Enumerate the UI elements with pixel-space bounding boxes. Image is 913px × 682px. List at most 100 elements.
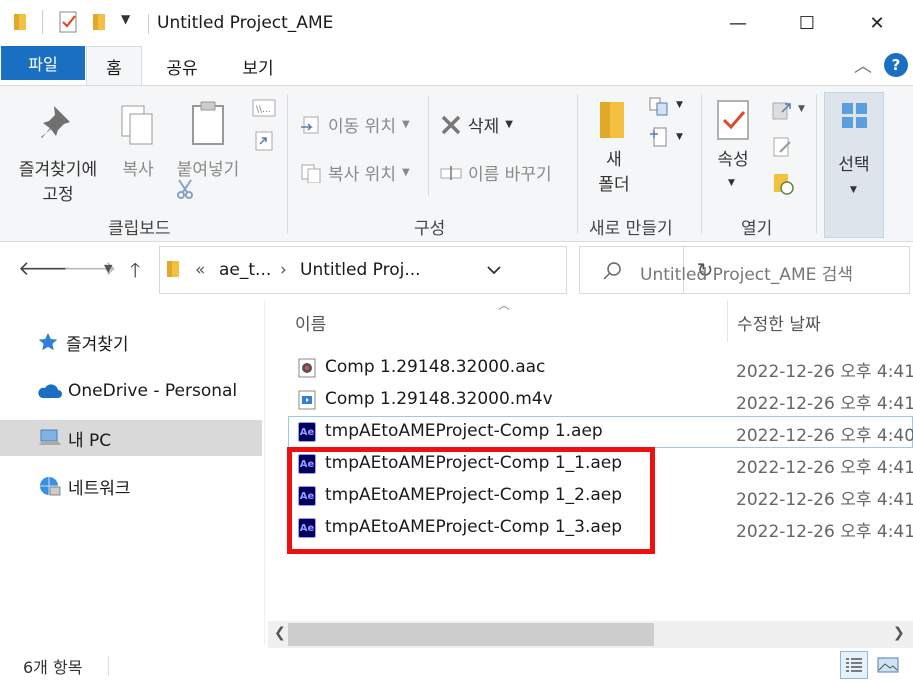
pin-quick-access-button[interactable]: 즐겨찾기에 고정 bbox=[8, 98, 108, 205]
sidebar-item-label: OneDrive - Personal bbox=[68, 381, 238, 401]
select-grid-icon bbox=[842, 103, 867, 128]
rename-label: 이름 바꾸기 bbox=[468, 165, 552, 185]
edit-icon[interactable] bbox=[772, 136, 794, 158]
close-button[interactable]: ✕ bbox=[854, 0, 900, 46]
qa-dropdown-icon[interactable]: ▼ bbox=[121, 12, 130, 26]
large-icons-view-button[interactable] bbox=[874, 651, 902, 679]
search-placeholder: Untitled Project_AME 검색 bbox=[640, 265, 854, 285]
maximize-button[interactable]: ☐ bbox=[784, 0, 830, 46]
overflow-chevron[interactable]: « bbox=[195, 260, 205, 280]
delete-x-icon bbox=[441, 115, 461, 134]
pin-label-1: 즐겨찾기에 bbox=[18, 160, 98, 180]
computer-icon bbox=[39, 429, 61, 445]
copy-to-icon bbox=[301, 164, 321, 183]
group-separator bbox=[577, 94, 578, 234]
help-icon[interactable]: ? bbox=[884, 53, 908, 77]
sidebar-item-onedrive[interactable]: OneDrive - Personal bbox=[0, 373, 262, 409]
recent-locations-icon[interactable]: ▼ bbox=[104, 262, 112, 275]
tab-view[interactable]: 보기 bbox=[228, 46, 288, 86]
minimize-button[interactable]: — bbox=[715, 0, 761, 46]
up-arrow-icon[interactable]: 🡑 bbox=[130, 256, 140, 290]
pin-icon bbox=[41, 106, 70, 138]
group-separator bbox=[287, 94, 288, 234]
after-effects-icon: Ae bbox=[298, 422, 316, 442]
cut-icon[interactable] bbox=[175, 178, 195, 200]
chevron-down-icon[interactable]: ▼ bbox=[676, 100, 683, 110]
rename-button[interactable]: 이름 바꾸기 bbox=[440, 160, 552, 185]
easy-access-icon[interactable] bbox=[648, 126, 672, 150]
breadcrumb-separator-icon[interactable]: › bbox=[280, 260, 287, 280]
organize-group-label: 구성 bbox=[414, 219, 446, 239]
breadcrumb-item[interactable]: Untitled Proj... bbox=[300, 260, 421, 280]
properties-button[interactable]: 속성 ▼ bbox=[709, 96, 757, 206]
video-file-icon bbox=[298, 390, 316, 410]
search-input[interactable]: Untitled Project_AME 검색 bbox=[579, 246, 910, 294]
file-date: 2022-12-26 오후 4:41 bbox=[736, 490, 913, 510]
details-view-button[interactable] bbox=[840, 651, 868, 679]
file-date: 2022-12-26 오후 4:41 bbox=[736, 394, 913, 414]
address-bar[interactable]: « ae_t... › Untitled Proj... ↻ bbox=[159, 246, 713, 294]
cloud-icon bbox=[38, 384, 62, 398]
file-row[interactable]: Comp 1.29148.32000.aac 2022-12-26 오후 4:4… bbox=[288, 352, 913, 384]
column-header-name[interactable]: 이름 bbox=[295, 310, 326, 335]
copy-icon bbox=[121, 105, 153, 145]
paste-button[interactable]: 붙여넣기 bbox=[168, 98, 248, 180]
new-folder-qa-icon[interactable] bbox=[92, 12, 108, 32]
new-item-icon[interactable] bbox=[648, 96, 672, 118]
breadcrumb-item[interactable]: ae_t... bbox=[219, 260, 271, 280]
new-group-label: 새로 만들기 bbox=[589, 219, 673, 239]
highlight-annotation bbox=[287, 447, 655, 554]
history-icon[interactable] bbox=[772, 172, 796, 196]
delete-button[interactable]: 삭제 ▼ bbox=[440, 112, 513, 137]
scrollbar-thumb[interactable] bbox=[288, 623, 654, 646]
tab-file[interactable]: 파일 bbox=[1, 46, 85, 80]
column-header-date[interactable]: 수정한 날짜 bbox=[737, 310, 821, 335]
file-name: tmpAEtoAMEProject-Comp 1.aep bbox=[325, 421, 603, 441]
properties-icon bbox=[717, 100, 749, 140]
select-label: 선택 bbox=[838, 155, 870, 175]
copy-button[interactable]: 복사 bbox=[112, 98, 164, 180]
divider bbox=[148, 14, 149, 34]
scroll-right-icon[interactable]: ❯ bbox=[893, 625, 905, 641]
divider bbox=[428, 96, 429, 196]
sidebar-item-label: 네트워크 bbox=[68, 478, 131, 499]
tab-share[interactable]: 공유 bbox=[152, 46, 212, 86]
new-folder-button[interactable]: 새 폴더 bbox=[588, 96, 640, 206]
file-date: 2022-12-26 오후 4:40 bbox=[736, 426, 913, 446]
svg-text:\\...: \\... bbox=[256, 105, 271, 115]
properties-label: 속성 bbox=[717, 150, 749, 170]
paste-shortcut-icon[interactable] bbox=[254, 128, 274, 152]
sidebar-item-quick-access[interactable]: 즐겨찾기 bbox=[0, 324, 262, 360]
sidebar-item-this-pc[interactable]: 내 PC bbox=[0, 420, 262, 456]
new-folder-label-2: 폴더 bbox=[598, 175, 630, 195]
divider bbox=[108, 656, 109, 676]
copy-path-icon[interactable]: \\... bbox=[252, 98, 276, 118]
horizontal-scrollbar[interactable]: ❮ ❯ bbox=[268, 621, 913, 648]
status-item-count: 6개 항목 bbox=[23, 658, 83, 677]
large-icons-view-icon bbox=[877, 657, 899, 673]
sidebar-item-network[interactable]: 네트워크 bbox=[0, 468, 262, 504]
chevron-down-icon[interactable]: ▼ bbox=[798, 104, 805, 114]
file-row[interactable]: Comp 1.29148.32000.m4v 2022-12-26 오후 4:4… bbox=[288, 384, 913, 416]
ribbon: 즐겨찾기에 고정 복사 붙여넣기 \\... 클립보드 이동 위치 ▼ 복사 위… bbox=[0, 85, 913, 242]
tab-home[interactable]: 홈 bbox=[86, 46, 142, 86]
new-folder-label-1: 새 bbox=[606, 150, 622, 170]
chevron-down-icon[interactable] bbox=[486, 265, 502, 275]
rename-icon bbox=[440, 165, 462, 180]
collapse-ribbon-icon[interactable]: ︿ bbox=[854, 52, 872, 78]
chevron-down-icon: ▼ bbox=[401, 167, 410, 178]
column-divider[interactable] bbox=[727, 300, 728, 342]
select-button[interactable]: 선택 ▼ bbox=[824, 92, 884, 238]
scroll-left-icon[interactable]: ❮ bbox=[274, 625, 286, 641]
search-icon bbox=[603, 262, 621, 280]
chevron-down-icon[interactable]: ▼ bbox=[676, 132, 683, 142]
open-icon[interactable] bbox=[770, 100, 794, 122]
move-to-button[interactable]: 이동 위치 ▼ bbox=[300, 112, 410, 137]
window-title: Untitled Project_AME bbox=[157, 13, 334, 33]
copy-to-button[interactable]: 복사 위치 ▼ bbox=[300, 160, 410, 185]
copy-to-label: 복사 위치 bbox=[328, 165, 396, 185]
file-row[interactable]: Ae tmpAEtoAMEProject-Comp 1.aep 2022-12-… bbox=[288, 416, 913, 448]
sort-indicator-icon: ︿ bbox=[498, 298, 511, 312]
properties-qa-icon[interactable] bbox=[58, 10, 80, 34]
file-date: 2022-12-26 오후 4:41 bbox=[736, 522, 913, 542]
